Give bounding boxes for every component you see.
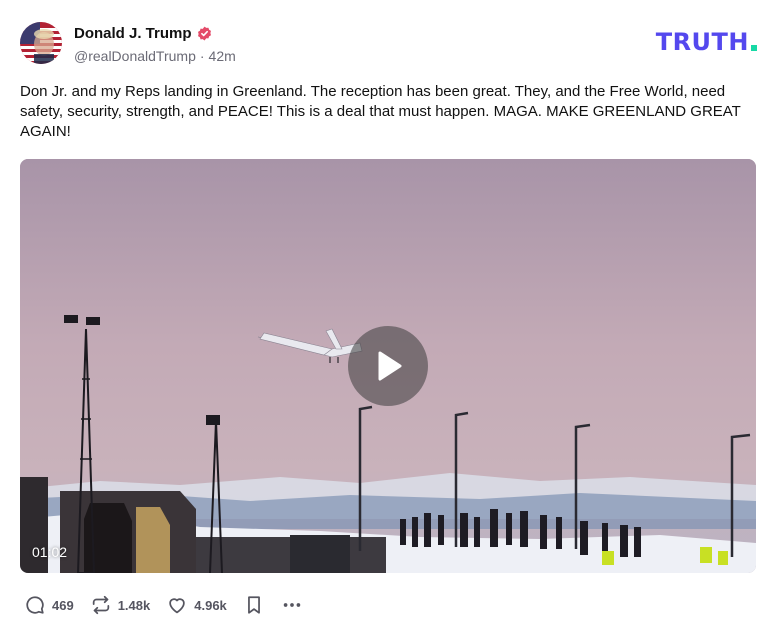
reply-icon [26, 596, 44, 614]
like-button[interactable]: 4.96k [166, 594, 227, 616]
like-icon [169, 598, 185, 614]
author-info: Donald J. Trump @realDonaldTrump · 42m [74, 24, 236, 65]
verified-badge-icon [197, 26, 212, 41]
bookmark-button[interactable] [243, 594, 265, 616]
action-bar: 469 1.48k 4.96k [24, 592, 319, 618]
truth-logo-dot [751, 45, 757, 51]
video-player[interactable]: 01:02 [20, 159, 756, 573]
author-display-name[interactable]: Donald J. Trump [74, 25, 192, 42]
more-icon [283, 603, 301, 607]
retruth-button[interactable]: 1.48k [90, 594, 151, 616]
play-icon [378, 351, 402, 381]
bookmark-icon [247, 596, 260, 614]
retruth-count: 1.48k [117, 597, 151, 613]
avatar[interactable] [20, 22, 62, 64]
post-header: Donald J. Trump @realDonaldTrump · 42m T… [20, 22, 757, 64]
more-options-button[interactable] [281, 594, 303, 616]
post-timestamp[interactable]: 42m [209, 48, 236, 64]
separator-dot: · [199, 48, 205, 64]
reply-button[interactable]: 469 [24, 594, 74, 616]
truth-post: Donald J. Trump @realDonaldTrump · 42m T… [0, 0, 777, 635]
truth-logo-text: TRUTH [655, 28, 749, 56]
author-handle[interactable]: @realDonaldTrump [74, 48, 196, 64]
play-button[interactable] [348, 326, 428, 406]
reply-count: 469 [52, 597, 74, 613]
video-duration: 01:02 [32, 544, 68, 560]
truth-logo[interactable]: TRUTH [656, 30, 757, 54]
retruth-icon [92, 595, 109, 615]
like-count: 4.96k [194, 597, 227, 613]
post-text: Don Jr. and my Reps landing in Greenland… [20, 83, 741, 140]
